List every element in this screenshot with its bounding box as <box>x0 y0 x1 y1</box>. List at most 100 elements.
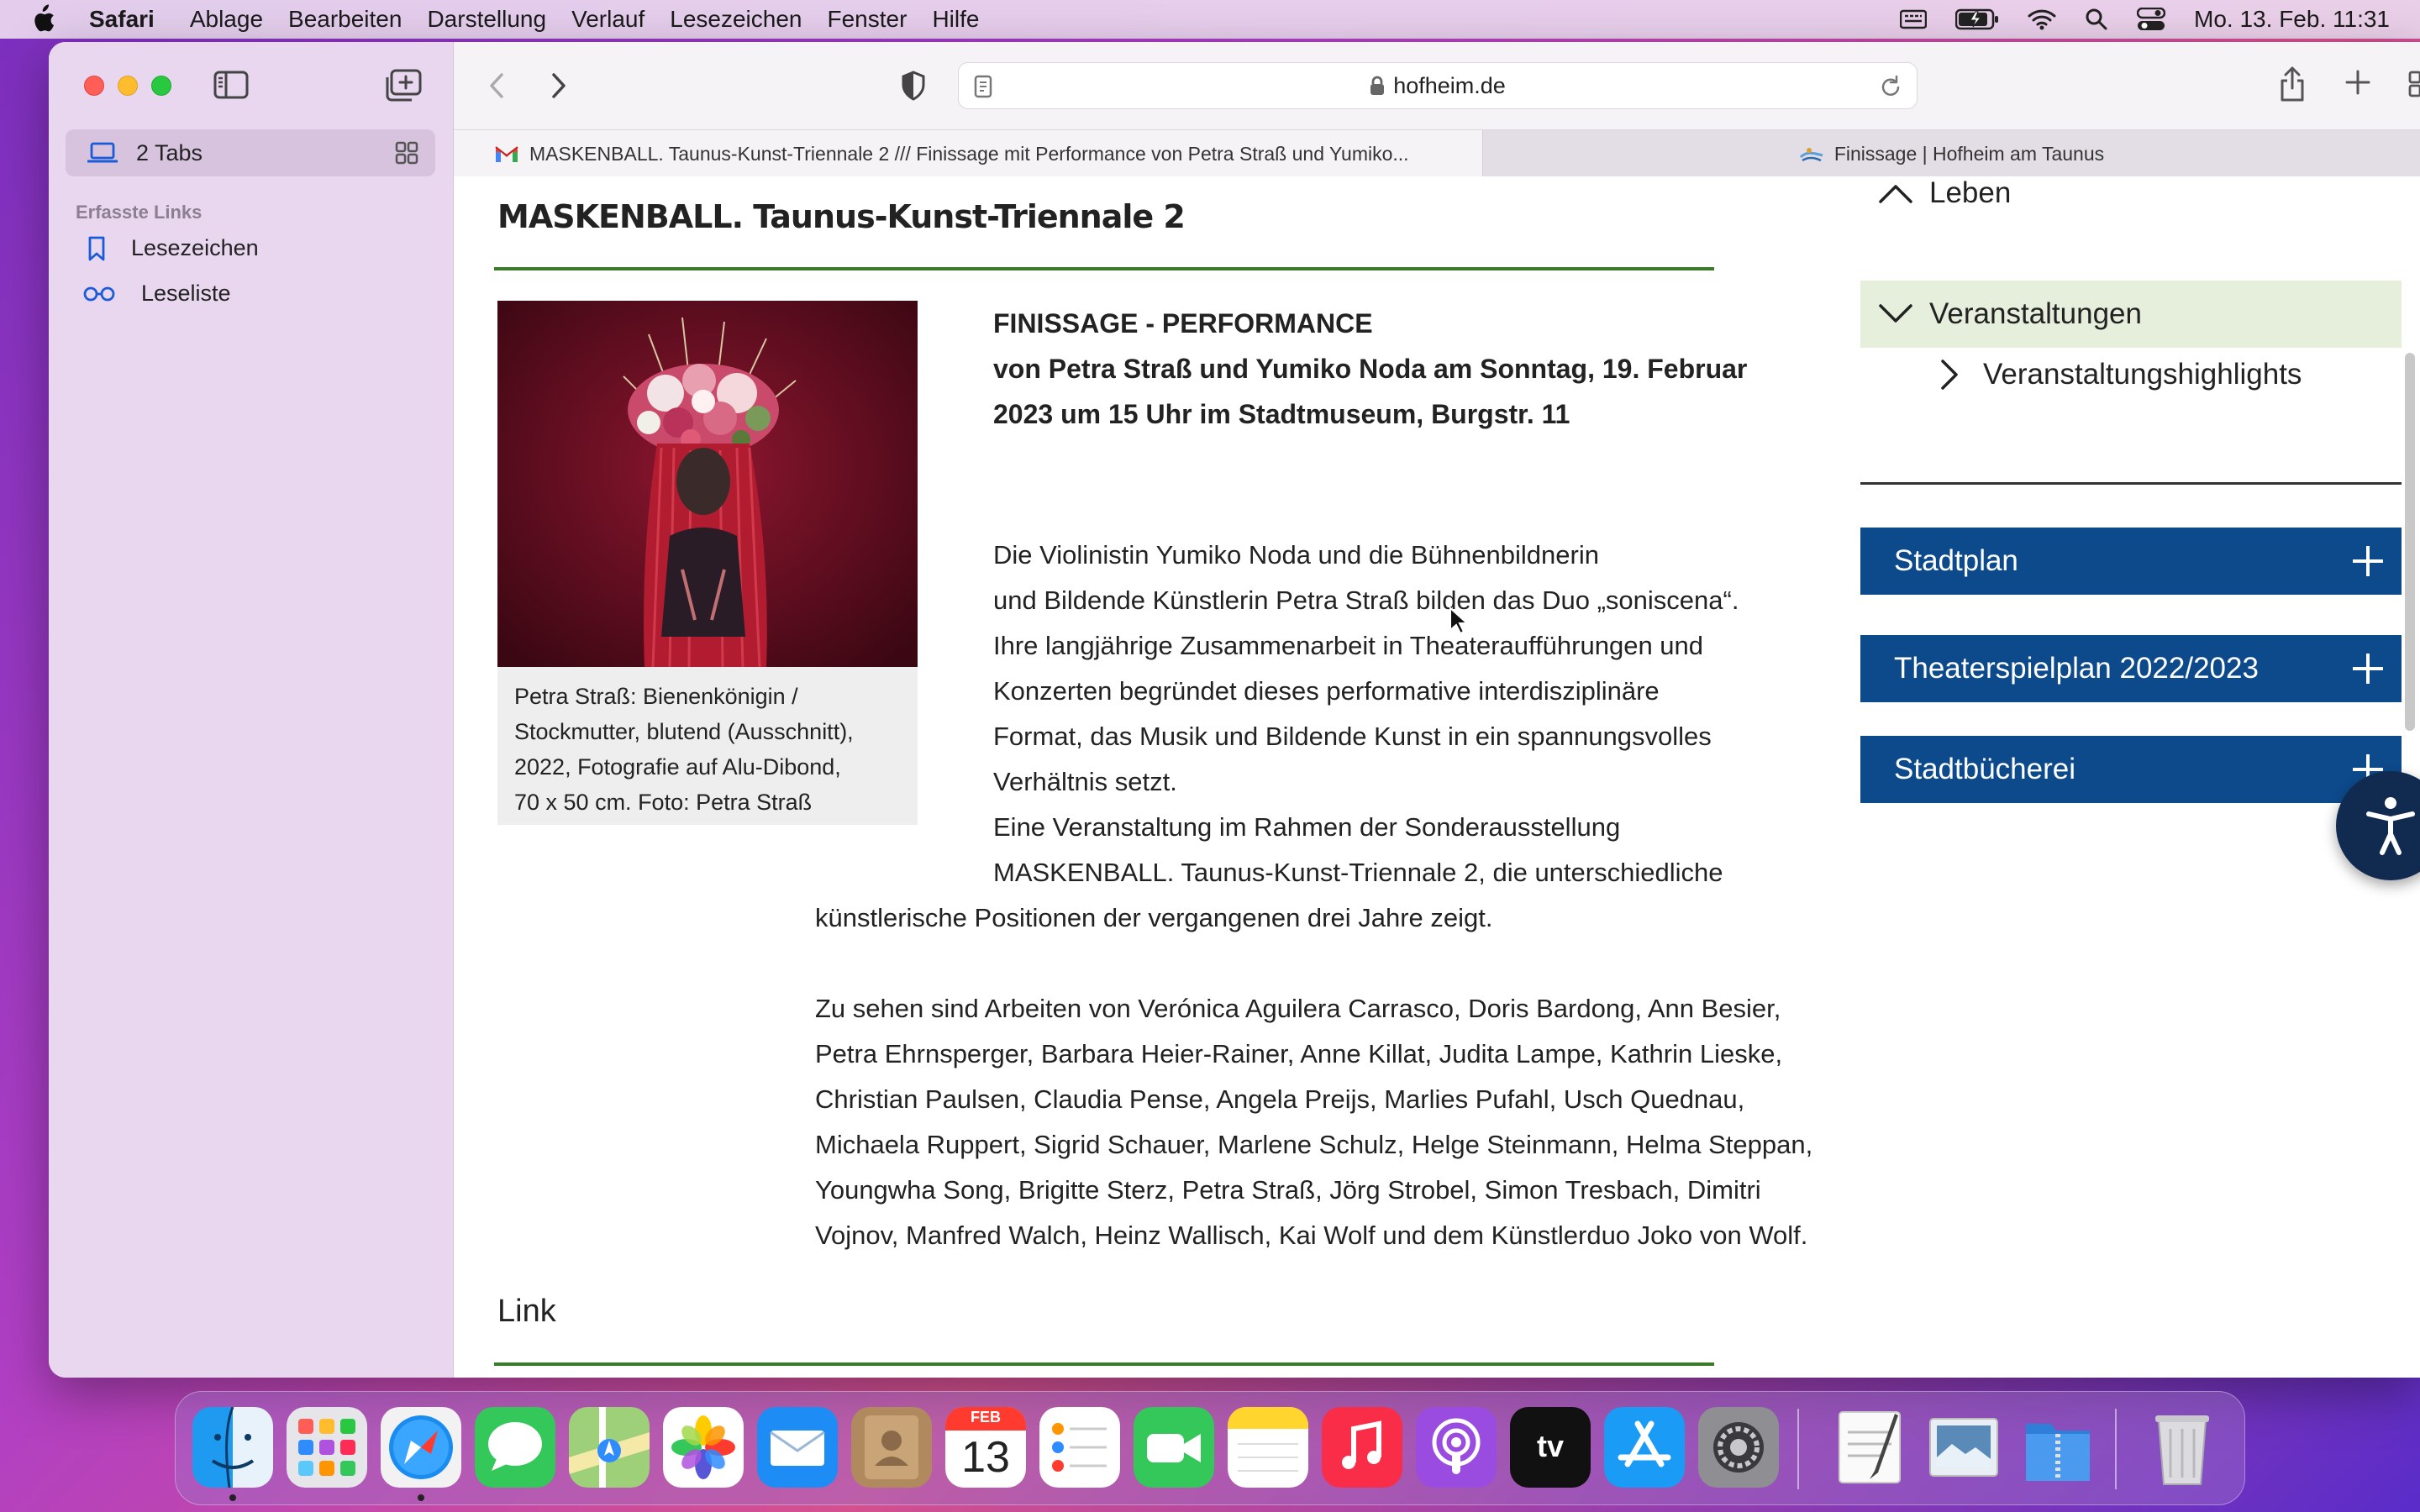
settings-icon[interactable] <box>1698 1407 1779 1488</box>
gmail-icon <box>495 146 518 162</box>
accordion-theaterspielplan[interactable]: Theaterspielplan 2022/2023 <box>1860 635 2402 702</box>
appstore-icon[interactable] <box>1604 1407 1685 1488</box>
menu-ablage[interactable]: Ablage <box>190 6 263 33</box>
tabs-count-label: 2 Tabs <box>136 139 203 165</box>
reading-list-icon <box>83 286 115 301</box>
accessibility-icon <box>2366 797 2415 855</box>
reload-icon[interactable] <box>1880 75 1902 98</box>
sidebar-section-title: Erfasste Links <box>76 202 203 223</box>
text-line: Vojnov, Manfred Walch, Heinz Wallisch, K… <box>815 1221 1808 1250</box>
accordion-stadtbuecherei[interactable]: Stadtbücherei <box>1860 736 2402 803</box>
appletv-icon[interactable]: tv <box>1510 1407 1591 1488</box>
event-line: 2023 um 15 Uhr im Stadtmuseum, Burgstr. … <box>993 399 1570 429</box>
link-heading: Link <box>497 1294 556 1329</box>
caption-line: 2022, Fotografie auf Alu-Dibond, <box>514 754 841 780</box>
text-line: Christian Paulsen, Claudia Pense, Angela… <box>815 1084 1745 1114</box>
nav-label: Leben <box>1929 176 2012 209</box>
control-center-icon[interactable] <box>2137 8 2166 31</box>
tab-bar: MASKENBALL. Taunus-Kunst-Triennale 2 ///… <box>454 129 2420 177</box>
text-line: Ihre langjährige Zusammenarbeit in Theat… <box>993 631 1704 660</box>
text-line: Verhältnis setzt. <box>993 767 1177 796</box>
text-line: Zu sehen sind Arbeiten von Verónica Agui… <box>815 994 1781 1023</box>
wifi-icon[interactable] <box>2028 8 2056 30</box>
keyboard-icon[interactable] <box>1900 9 1928 29</box>
menu-verlauf[interactable]: Verlauf <box>571 6 644 33</box>
sidebar-item-lesezeichen[interactable]: Lesezeichen <box>87 235 259 261</box>
accordion-stadtplan[interactable]: Stadtplan <box>1860 528 2402 595</box>
tab-overview-icon[interactable] <box>2408 71 2420 97</box>
heading-underline <box>494 267 1714 270</box>
back-arrow-icon[interactable] <box>487 72 506 99</box>
close-window-button[interactable] <box>84 76 104 96</box>
tab-overview-row[interactable]: 2 Tabs <box>66 129 435 176</box>
notes-icon[interactable] <box>1228 1407 1308 1488</box>
nav-divider <box>1860 482 2402 485</box>
page-scrollbar[interactable] <box>2405 353 2415 731</box>
menu-darstellung[interactable]: Darstellung <box>427 6 546 33</box>
mail-icon[interactable] <box>757 1407 838 1488</box>
menu-fenster[interactable]: Fenster <box>828 6 908 33</box>
tab-maskenball[interactable]: MASKENBALL. Taunus-Kunst-Triennale 2 ///… <box>454 130 1482 177</box>
trash-icon[interactable] <box>2142 1407 2223 1488</box>
apple-logo-icon[interactable] <box>30 4 55 34</box>
calendar-icon[interactable]: FEB 13 <box>945 1407 1026 1488</box>
fullscreen-window-button[interactable] <box>151 76 171 96</box>
new-tab-group-icon[interactable] <box>385 69 422 102</box>
artwork-photo[interactable] <box>497 301 918 667</box>
messages-icon[interactable] <box>475 1407 555 1488</box>
textedit-icon[interactable] <box>1829 1407 1910 1488</box>
share-icon[interactable] <box>2279 66 2306 102</box>
new-tab-plus-icon[interactable] <box>2344 69 2371 96</box>
mouse-cursor-icon <box>1449 606 1467 635</box>
preview-icon[interactable] <box>1923 1407 2004 1488</box>
battery-icon[interactable] <box>1955 8 1999 30</box>
accordion-label: Stadtbücherei <box>1894 753 2075 785</box>
nav-item-veranstaltungshighlights[interactable]: Veranstaltungshighlights <box>1938 358 2302 391</box>
hofheim-icon <box>1799 148 1823 162</box>
photos-icon[interactable] <box>663 1407 744 1488</box>
address-bar[interactable]: hofheim.de <box>958 62 1918 109</box>
sidebar-item-leseliste[interactable]: Leseliste <box>82 281 231 307</box>
archive-icon[interactable] <box>2018 1407 2098 1488</box>
text-line: Format, das Musik und Bildende Kunst in … <box>993 722 1712 751</box>
finder-icon[interactable] <box>192 1407 273 1488</box>
launchpad-icon[interactable] <box>287 1407 367 1488</box>
minimize-window-button[interactable] <box>118 76 138 96</box>
maps-icon[interactable] <box>569 1407 650 1488</box>
menu-lesezeichen[interactable]: Lesezeichen <box>670 6 802 33</box>
plus-icon <box>2353 546 2383 576</box>
safari-icon[interactable] <box>381 1407 461 1488</box>
running-indicator <box>229 1494 236 1501</box>
nav-item-veranstaltungen[interactable]: Veranstaltungen <box>1860 281 2402 348</box>
reminders-icon[interactable] <box>1039 1407 1120 1488</box>
appletv-label: tv <box>1536 1429 1564 1463</box>
sidebar-toggle-icon[interactable] <box>213 71 249 99</box>
nav-item-leben[interactable]: Leben <box>1877 176 2011 210</box>
menubar-clock[interactable]: Mo. 13. Feb. 11:31 <box>2194 6 2390 33</box>
web-page: MASKENBALL. Taunus-Kunst-Triennale 2 Pet… <box>454 176 2420 1378</box>
privacy-shield-icon[interactable] <box>901 71 926 101</box>
text-line: und Bildende Künstlerin Petra Straß bild… <box>993 585 1739 615</box>
paragraph-exhibition-cont: künstlerische Positionen der vergangenen… <box>815 903 1493 932</box>
tab-finissage[interactable]: Finissage | Hofheim am Taunus <box>1482 130 2420 177</box>
podcasts-icon[interactable] <box>1416 1407 1497 1488</box>
nav-label: Veranstaltungshighlights <box>1983 358 2302 391</box>
tab-grid-icon[interactable] <box>395 141 418 165</box>
paragraph-exhibition: Eine Veranstaltung im Rahmen der Sondera… <box>993 805 1723 895</box>
url-text: hofheim.de <box>1393 72 1506 98</box>
music-icon[interactable] <box>1322 1407 1402 1488</box>
accordion-label: Theaterspielplan 2022/2023 <box>1894 652 2259 685</box>
search-icon[interactable] <box>2085 8 2108 31</box>
chevron-right-icon <box>1941 360 1958 390</box>
facetime-icon[interactable] <box>1134 1407 1214 1488</box>
menu-bearbeiten[interactable]: Bearbeiten <box>288 6 402 33</box>
contacts-icon[interactable] <box>851 1407 932 1488</box>
caption-line: Stockmutter, blutend (Ausschnitt), <box>514 719 854 744</box>
tab-title: MASKENBALL. Taunus-Kunst-Triennale 2 ///… <box>529 142 1409 165</box>
text-line: Youngwha Song, Brigitte Sterz, Petra Str… <box>815 1175 1761 1205</box>
menu-hilfe[interactable]: Hilfe <box>932 6 979 33</box>
forward-arrow-icon[interactable] <box>550 72 568 99</box>
page-menu-icon[interactable] <box>974 75 992 98</box>
menu-safari[interactable]: Safari <box>89 6 155 33</box>
accordion-label: Stadtplan <box>1894 544 2018 577</box>
